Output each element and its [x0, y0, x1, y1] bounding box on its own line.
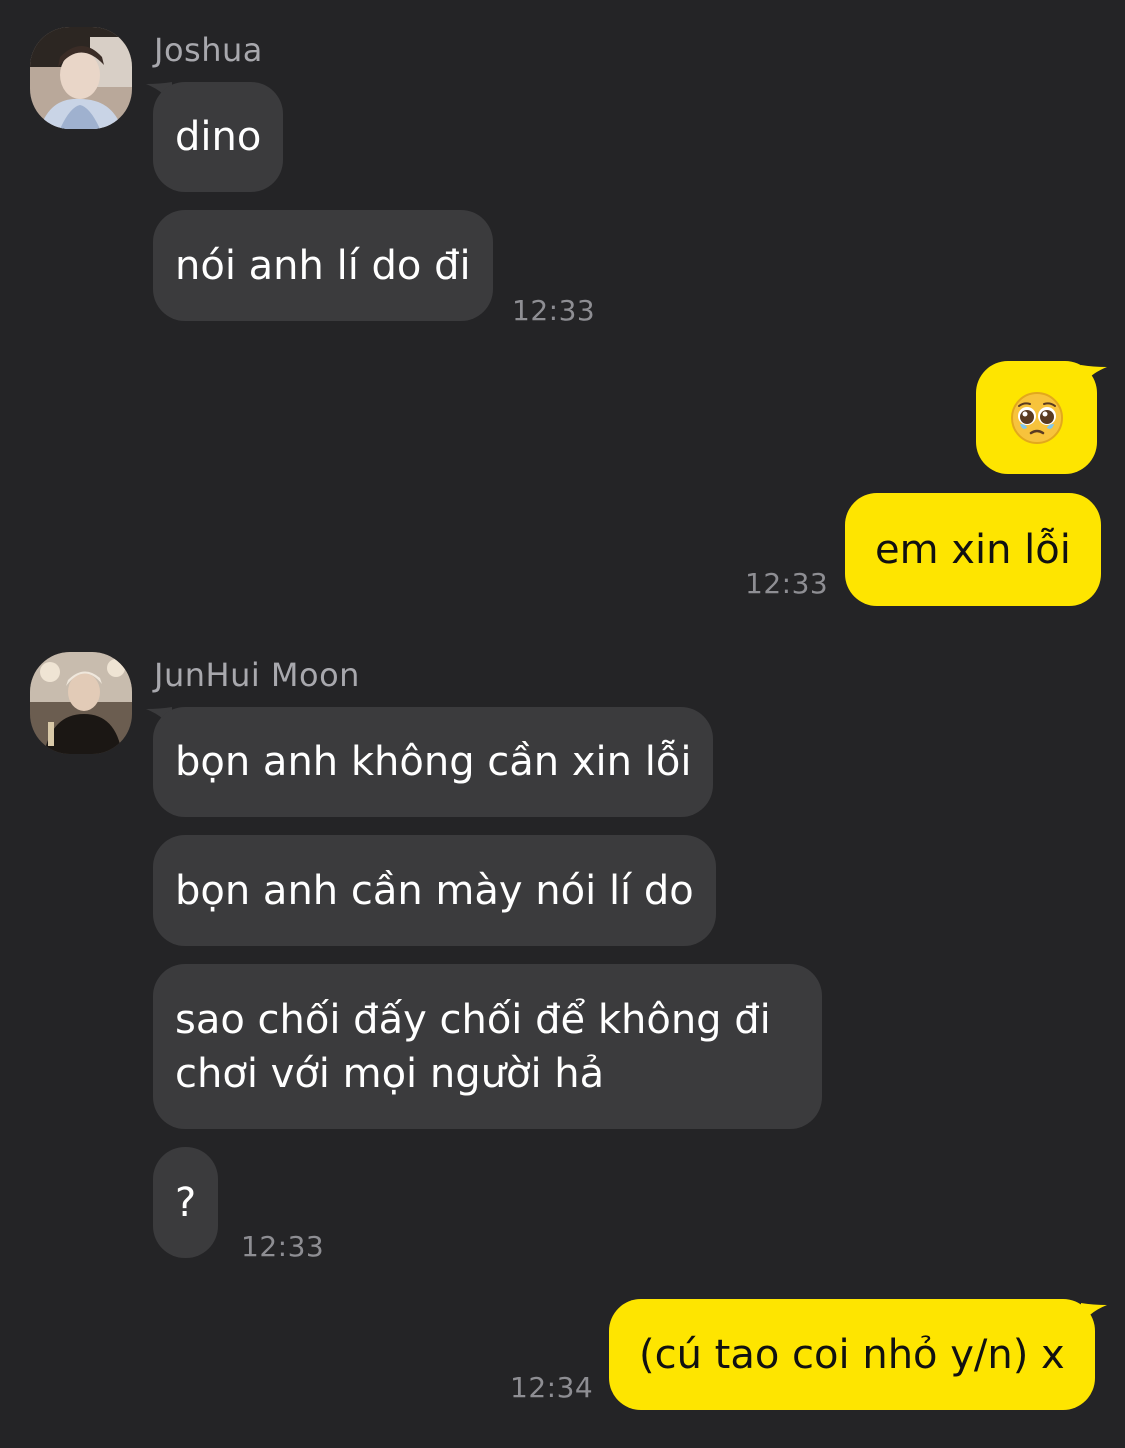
message-text: nói anh lí do đi [175, 242, 471, 289]
message-bubble[interactable]: ? [153, 1147, 219, 1258]
message-bubble[interactable]: dino [153, 82, 284, 192]
chat-room: Joshua dino nói anh lí do đi 12:33 em xi… [0, 0, 1125, 1448]
message-text: ? [175, 1179, 197, 1226]
message-timestamp: 12:33 [745, 567, 829, 600]
message-bubble-outgoing[interactable]: em xin lỗi [845, 493, 1101, 606]
avatar-joshua[interactable] [30, 27, 132, 129]
message-bubble[interactable]: sao chối đấy chối để không đi chơi với m… [153, 964, 822, 1129]
message-bubble[interactable]: nói anh lí do đi [153, 210, 493, 321]
message-bubble-outgoing[interactable] [976, 361, 1097, 474]
message-text: (cú tao coi nhỏ y/n) x [639, 1331, 1065, 1378]
message-text: dino [175, 114, 262, 160]
message-timestamp: 12:33 [241, 1230, 325, 1263]
message-timestamp: 12:34 [510, 1371, 594, 1404]
sender-name-junhui-moon: JunHui Moon [154, 656, 360, 694]
message-text: bọn anh cần mày nói lí do [175, 867, 694, 914]
message-timestamp: 12:33 [512, 294, 596, 327]
message-bubble[interactable]: bọn anh không cần xin lỗi [153, 707, 714, 817]
bubble-tail [1081, 365, 1107, 389]
pleading-face-emoji [1010, 391, 1063, 444]
message-text: bọn anh không cần xin lỗi [175, 739, 692, 785]
sender-name-joshua: Joshua [154, 31, 263, 69]
avatar-junhui-moon[interactable] [30, 652, 132, 754]
bubble-tail [1081, 1303, 1107, 1327]
message-text: sao chối đấy chối để không đi chơi với m… [175, 996, 771, 1097]
message-bubble-outgoing[interactable]: (cú tao coi nhỏ y/n) x [609, 1299, 1095, 1410]
message-bubble[interactable]: bọn anh cần mày nói lí do [153, 835, 716, 946]
message-text: em xin lỗi [875, 526, 1071, 573]
